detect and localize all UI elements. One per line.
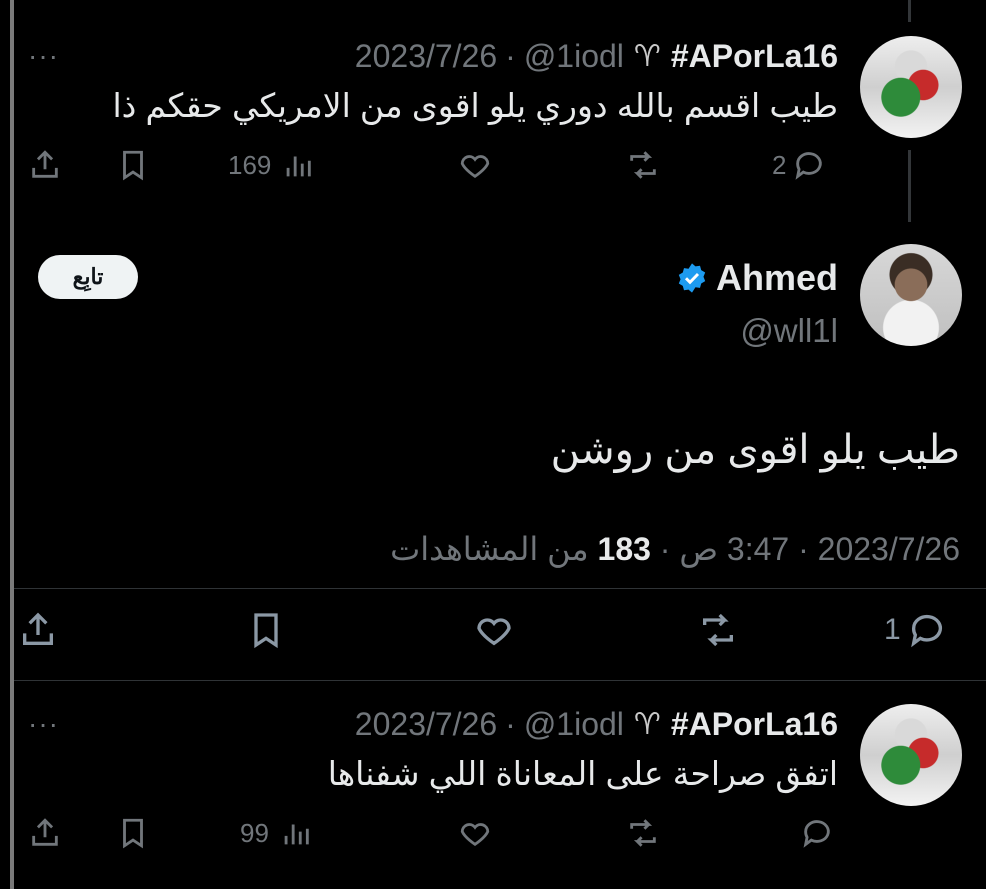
like-button[interactable] [458,148,492,182]
goat-icon: ♈ [633,40,661,73]
tweet-text: اتفق صراحة على المعاناة اللي شفناها [327,755,838,792]
reply-button[interactable]: 1 [884,610,947,650]
reply-count: 1 [884,613,901,646]
retweet-button[interactable] [626,148,660,182]
retweet-icon [630,819,656,847]
bookmark-button[interactable] [116,816,150,850]
avatar[interactable] [860,36,962,138]
reply-button[interactable]: 2 [772,148,826,182]
share-icon [23,612,53,645]
views-label: من المشاهدات [390,531,589,567]
avatar[interactable] [860,244,962,346]
bookmark-button[interactable] [116,148,150,182]
follow-button[interactable]: تابِع [38,255,138,299]
verified-icon [678,263,706,293]
like-button[interactable] [458,816,492,850]
action-bar: 169 2 [14,148,986,188]
divider [14,588,986,589]
reply-icon [796,152,823,180]
separator: · [798,531,809,567]
bookmark-icon [123,150,143,181]
reply-icon [803,820,830,848]
user-name[interactable]: #APorLa16 [671,38,838,75]
left-edge-line [10,0,14,889]
like-icon [460,823,490,847]
retweet-button[interactable] [626,816,660,850]
tweet-timestamp: 2023/7/26 · 3:47 ص · 183 من المشاهدات [390,530,960,568]
tweet-text: طيب اقسم بالله دوري يلو اقوى من الامريكي… [112,87,838,124]
like-icon [460,155,490,179]
tweet-header: 2023/7/26 · @1iodl ♈ #APorLa16 [355,38,838,75]
share-button[interactable] [18,610,58,650]
share-icon [32,150,58,178]
bookmark-icon [254,613,278,649]
action-bar: 99 [14,816,986,856]
tweet-date[interactable]: 2023/7/26 [355,706,497,743]
retweet-button[interactable] [698,610,738,650]
share-button[interactable] [28,816,62,850]
separator: · [659,531,671,567]
tweet-date[interactable]: 2023/7/26 [355,38,497,75]
separator: · [505,706,516,742]
views-count: 169 [228,149,272,180]
reply-button[interactable] [800,816,834,850]
user-handle[interactable]: @wll1l [740,312,838,350]
retweet-icon [703,613,733,647]
user-name-row[interactable]: Ahmed [676,257,838,299]
share-icon [32,818,58,846]
reply-count: 2 [772,149,787,180]
tweet-time[interactable]: 3:47 ص [679,531,789,567]
bookmark-icon [123,818,143,849]
tweet-text: طيب يلو اقوى من روشن [550,428,960,472]
more-icon[interactable]: ··· [28,708,59,740]
bookmark-button[interactable] [246,610,286,650]
retweet-icon [630,151,656,179]
thread-line-top [908,0,911,22]
separator: · [505,38,516,74]
user-handle[interactable]: @1iodl [524,706,624,743]
views-button[interactable]: 99 [240,816,313,850]
views-button[interactable]: 169 [228,148,315,182]
action-bar: 1 [14,610,986,650]
like-icon [477,618,511,646]
views-count: 183 [597,531,651,567]
tweet-date[interactable]: 2023/7/26 [818,531,960,567]
reply-icon [910,614,942,648]
share-button[interactable] [28,148,62,182]
views-icon [287,156,312,177]
like-button[interactable] [474,610,514,650]
tweet-header: 2023/7/26 · @1iodl ♈ #APorLa16 [355,706,838,743]
user-handle[interactable]: @1iodl [524,38,624,75]
views-icon [284,824,309,845]
avatar[interactable] [860,704,962,806]
more-icon[interactable]: ··· [28,40,59,72]
user-name[interactable]: #APorLa16 [671,706,838,743]
user-name: Ahmed [715,257,838,298]
views-count: 99 [240,817,269,848]
goat-icon: ♈ [633,708,661,741]
divider [14,680,986,681]
